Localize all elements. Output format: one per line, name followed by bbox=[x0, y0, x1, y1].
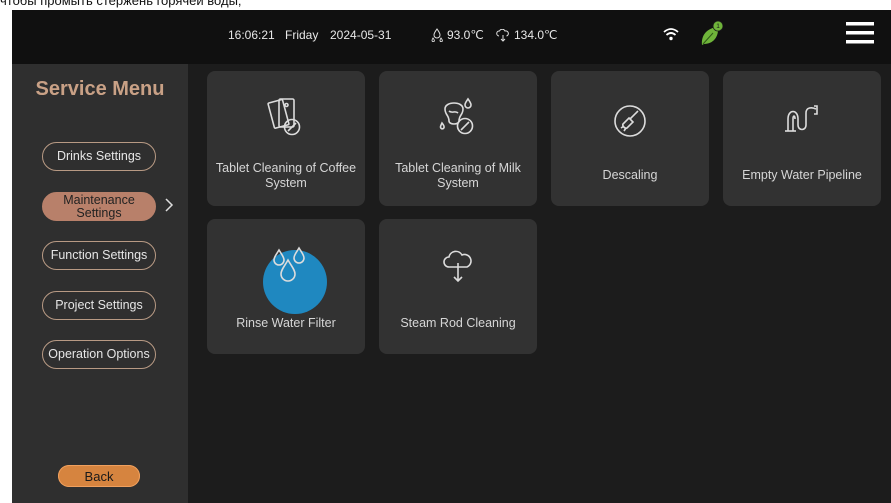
wifi-icon bbox=[663, 28, 679, 41]
main-menu-button[interactable] bbox=[846, 20, 874, 46]
pipeline-icon bbox=[785, 105, 818, 132]
water-temperature: 93.0℃ bbox=[431, 28, 484, 42]
leaf-badge: 1 bbox=[716, 23, 720, 30]
caption-text: чтобы промыть стержень горячей воды; bbox=[0, 0, 242, 8]
machine-screen: 16:06:21 Friday 2024-05-31 93.0℃ 134.0℃ bbox=[12, 10, 891, 503]
tile-coffee-tablet-cleaning[interactable]: Tablet Cleaning of Coffee System bbox=[207, 71, 365, 206]
weekday: Friday bbox=[285, 28, 319, 42]
sidebar-item-drinks-settings[interactable]: Drinks Settings bbox=[42, 142, 156, 171]
back-button[interactable]: Back bbox=[58, 465, 140, 487]
descaling-brush-icon bbox=[614, 105, 646, 137]
water-drops-icon bbox=[273, 246, 305, 282]
steam-temperature-icon bbox=[496, 28, 509, 42]
coffee-tablet-cleaning-icon bbox=[267, 98, 301, 136]
water-temperature-icon bbox=[431, 28, 443, 42]
sidebar-title: Service Menu bbox=[35, 78, 165, 100]
tile-label: Empty Water Pipeline bbox=[742, 168, 862, 182]
service-sidebar: Service Menu Drinks Settings Maintenance… bbox=[12, 64, 188, 503]
leaf-icon[interactable]: 1 bbox=[699, 20, 723, 48]
tile-label: Descaling bbox=[602, 168, 658, 182]
milk-tablet-cleaning-icon bbox=[439, 97, 474, 135]
eco-status[interactable]: 1 bbox=[699, 20, 723, 48]
tile-label: Tablet Cleaning of Milk System bbox=[395, 161, 521, 190]
steam-cloud-icon bbox=[443, 250, 472, 283]
tile-label: Tablet Cleaning of Coffee System bbox=[215, 161, 357, 190]
tile-descaling[interactable]: Descaling bbox=[551, 71, 709, 206]
chevron-right-icon bbox=[165, 198, 174, 212]
wifi-status bbox=[663, 27, 679, 41]
sidebar-item-project-settings[interactable]: Project Settings bbox=[42, 291, 156, 320]
clock-time: 16:06:21 bbox=[228, 28, 275, 42]
tile-empty-water-pipeline[interactable]: Empty Water Pipeline bbox=[723, 71, 881, 206]
steam-temperature-value: 134.0℃ bbox=[514, 28, 558, 42]
sidebar-item-function-settings[interactable]: Function Settings bbox=[42, 241, 156, 270]
water-temperature-value: 93.0℃ bbox=[447, 28, 484, 42]
date: 2024-05-31 bbox=[330, 28, 392, 42]
tile-steam-rod-cleaning[interactable]: Steam Rod Cleaning bbox=[379, 219, 537, 354]
menu-icon[interactable] bbox=[846, 20, 874, 46]
status-bar: 16:06:21 Friday 2024-05-31 93.0℃ 134.0℃ bbox=[12, 10, 891, 64]
tile-label: Steam Rod Cleaning bbox=[400, 316, 516, 330]
sidebar-item-maintenance-settings[interactable]: Maintenance Settings bbox=[42, 192, 156, 221]
tile-label: Rinse Water Filter bbox=[236, 316, 336, 330]
steam-temperature: 134.0℃ bbox=[496, 28, 558, 42]
tile-milk-tablet-cleaning[interactable]: Tablet Cleaning of Milk System bbox=[379, 71, 537, 206]
sidebar-item-operation-options[interactable]: Operation Options bbox=[42, 340, 156, 369]
